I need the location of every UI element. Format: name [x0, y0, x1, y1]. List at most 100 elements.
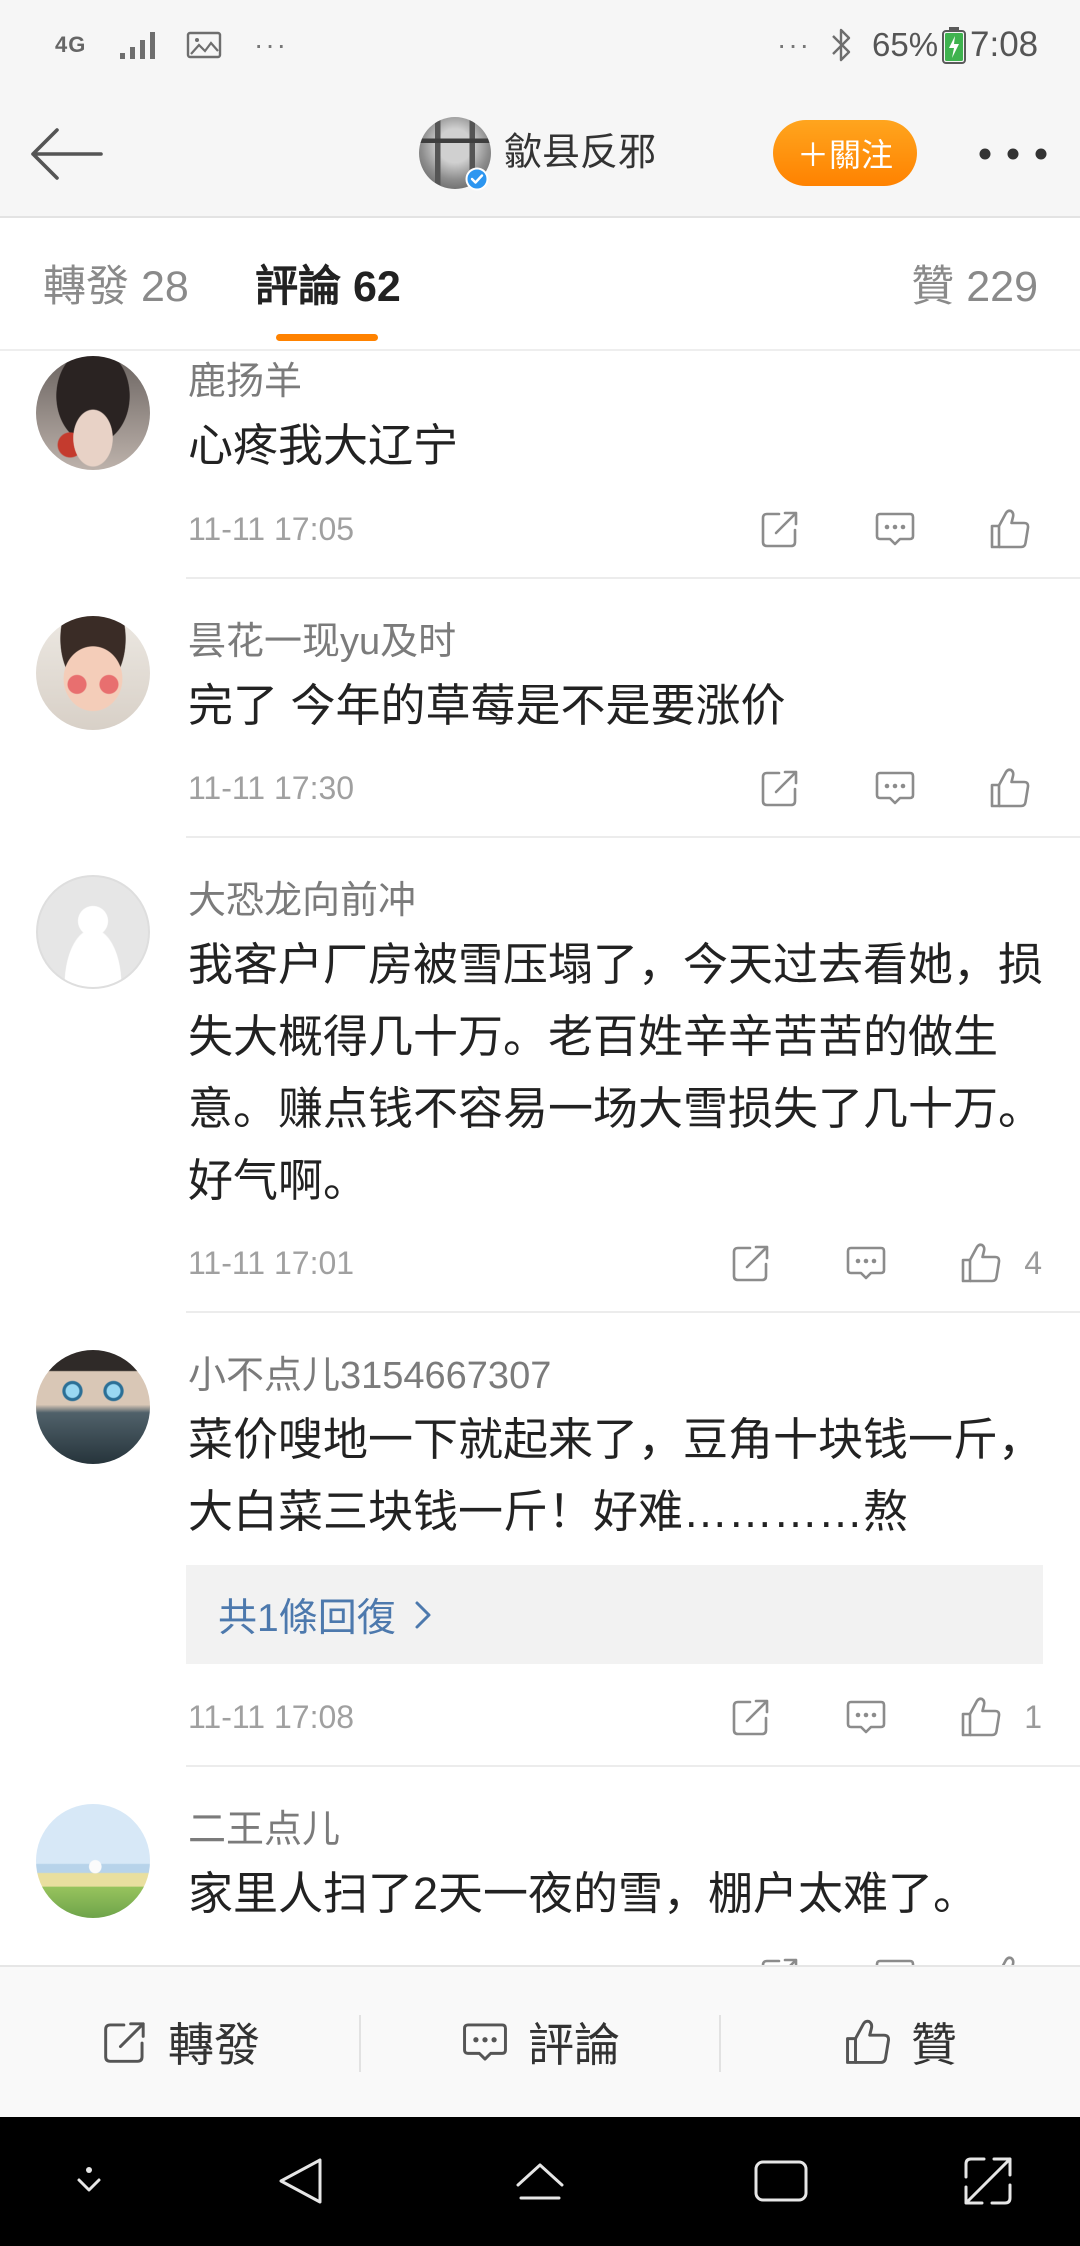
like-count: 1 [1024, 1699, 1042, 1735]
image-notification-icon [186, 0, 222, 89]
comment-item[interactable]: 昙花一现yu及时 完了 今年的草莓是不是要涨价 11-11 17:30 [0, 579, 1080, 838]
comment-label: 評論 [528, 2019, 620, 2071]
comment-icon[interactable] [844, 1695, 888, 1739]
view-replies-label: 共1條回復 [218, 1596, 396, 1640]
comment-meta-row: 11-11 17:08 1 [188, 1689, 1043, 1745]
like-icon[interactable] [959, 1695, 1003, 1739]
tab-label: 贊 [911, 263, 955, 311]
comment-time: 11-11 17:30 [188, 770, 355, 806]
comment-meta-row: 11-11 17:05 [188, 501, 1043, 557]
comment-text: 家里人扫了2天一夜的雪，棚户太难了。 [188, 1858, 1043, 1930]
active-tab-indicator [276, 334, 378, 341]
comment-item[interactable]: 大恐龙向前冲 我客户厂房被雪压塌了，今天过去看她，损 失大概得几十万。老百姓辛辛… [0, 838, 1080, 1313]
share-icon[interactable] [729, 1695, 773, 1739]
like-button[interactable]: 贊 [720, 1967, 1080, 2117]
repost-label: 轉發 [168, 2019, 260, 2071]
view-replies-link[interactable]: 共1條回復 [186, 1565, 1043, 1664]
account-name[interactable]: 歙县反邪 [504, 89, 656, 218]
tab-comments[interactable]: 評論 62 [255, 262, 401, 312]
share-icon[interactable] [758, 766, 802, 810]
back-arrow-icon[interactable] [29, 127, 103, 181]
comment-item[interactable]: 鹿扬羊 心疼我大辽宁 11-11 17:05 [0, 351, 1080, 579]
comment-actions [758, 1954, 1032, 1965]
commenter-name[interactable]: 二王点儿 [188, 1807, 1043, 1853]
avatar[interactable] [36, 1804, 150, 1918]
share-icon[interactable] [758, 1954, 802, 1965]
like-count: 4 [1024, 1245, 1042, 1281]
comment-list[interactable]: 鹿扬羊 心疼我大辽宁 11-11 17:05 昙花一现yu及时 完了 今年的草莓… [0, 351, 1080, 1965]
tab-bar: 轉發 28 評論 62 贊 229 [0, 218, 1080, 351]
comment-icon[interactable] [873, 1954, 917, 1965]
back-icon[interactable] [271, 2151, 331, 2211]
commenter-name[interactable]: 小不点儿3154667307 [188, 1353, 1043, 1399]
comment-actions: 4 [729, 1241, 1042, 1285]
comment-text-line: 心疼我大辽宁 [188, 420, 459, 471]
clock: 7:08 [970, 0, 1038, 89]
commenter-name[interactable]: 鹿扬羊 [188, 359, 1043, 405]
like-icon[interactable] [959, 1241, 1003, 1285]
comment-button[interactable]: 評論 [360, 1967, 720, 2117]
comment-icon [460, 2017, 510, 2067]
battery-percent-text: 65% [872, 25, 939, 63]
share-icon[interactable] [729, 1241, 773, 1285]
avatar[interactable] [36, 1350, 150, 1464]
share-icon [100, 2017, 150, 2067]
comment-icon[interactable] [844, 1241, 888, 1285]
tab-count: 229 [966, 263, 1038, 311]
verified-badge-icon [465, 167, 489, 191]
like-label: 贊 [911, 2019, 957, 2071]
avatar[interactable] [36, 616, 150, 730]
system-nav-bar [0, 2117, 1080, 2246]
tab-likes[interactable]: 贊 229 [911, 262, 1038, 312]
chevron-right-icon [412, 1597, 434, 1633]
comment-text: 心疼我大辽宁 [188, 410, 1043, 482]
tab-count: 28 [140, 263, 189, 311]
divider [359, 2015, 361, 2072]
recents-icon[interactable] [751, 2151, 811, 2211]
comment-text-line: 大白菜三块钱一斤！好难…………熬 [188, 1486, 909, 1537]
network-4g-icon: 4G [55, 0, 86, 89]
tab-reposts[interactable]: 轉發 28 [43, 262, 189, 312]
top-nav-header: 歙县反邪 ＋關注 [0, 89, 1080, 218]
status-overflow-icon: ··· [777, 0, 811, 89]
comment-text: 菜价嗖地一下就起来了，豆角十块钱一斤， 大白菜三块钱一斤！好难…………熬 [188, 1404, 1043, 1548]
comment-text: 我客户厂房被雪压塌了，今天过去看她，损 失大概得几十万。老百姓辛辛苦苦的做生 意… [188, 929, 1043, 1217]
commenter-name[interactable]: 大恐龙向前冲 [188, 878, 1043, 924]
comment-item[interactable]: 二王点儿 家里人扫了2天一夜的雪，棚户太难了。 [0, 1767, 1080, 1965]
repost-button[interactable]: 轉發 [0, 1967, 360, 2117]
comment-text: 完了 今年的草莓是不是要涨价 [188, 670, 1043, 742]
like-icon[interactable] [988, 1954, 1032, 1965]
avatar[interactable] [36, 875, 150, 989]
tab-label: 評論 [255, 263, 341, 311]
avatar[interactable] [36, 356, 150, 470]
comment-time: 11-11 17:01 [188, 1245, 355, 1281]
share-icon[interactable] [758, 507, 802, 551]
more-dots-icon[interactable] [977, 147, 1049, 161]
comment-icon[interactable] [873, 507, 917, 551]
comment-icon[interactable] [873, 766, 917, 810]
hide-nav-icon[interactable] [59, 2151, 119, 2211]
like-icon[interactable] [988, 766, 1032, 810]
commenter-name[interactable]: 昙花一现yu及时 [188, 619, 1043, 665]
like-icon [843, 2017, 893, 2067]
notification-overflow-icon: ··· [254, 0, 288, 89]
clock-text: 7:08 [970, 24, 1039, 64]
comment-actions: 1 [729, 1695, 1042, 1739]
bluetooth-icon [828, 0, 854, 89]
comment-item[interactable]: 小不点儿3154667307 菜价嗖地一下就起来了，豆角十块钱一斤， 大白菜三块… [0, 1313, 1080, 1767]
like-icon[interactable] [988, 507, 1032, 551]
follow-button[interactable]: ＋關注 [773, 120, 917, 186]
comment-meta-row: 11-11 17:01 4 [188, 1235, 1043, 1291]
comment-text-line: 失大概得几十万。老百姓辛辛苦苦的做生 [188, 1011, 999, 1062]
divider [719, 2015, 721, 2072]
comment-text-line: 菜价嗖地一下就起来了，豆角十块钱一斤， [188, 1414, 1043, 1465]
comment-actions [758, 766, 1032, 810]
comment-meta-row [188, 1948, 1043, 1965]
comment-text-line: 好气啊。 [188, 1155, 369, 1206]
home-icon[interactable] [510, 2151, 570, 2211]
comment-text-line: 完了 今年的草莓是不是要涨价 [188, 680, 786, 731]
network-label: 4G [55, 31, 87, 57]
overflow-dots: ··· [777, 28, 811, 60]
expand-icon[interactable] [958, 2151, 1018, 2211]
tab-count: 62 [352, 263, 401, 311]
